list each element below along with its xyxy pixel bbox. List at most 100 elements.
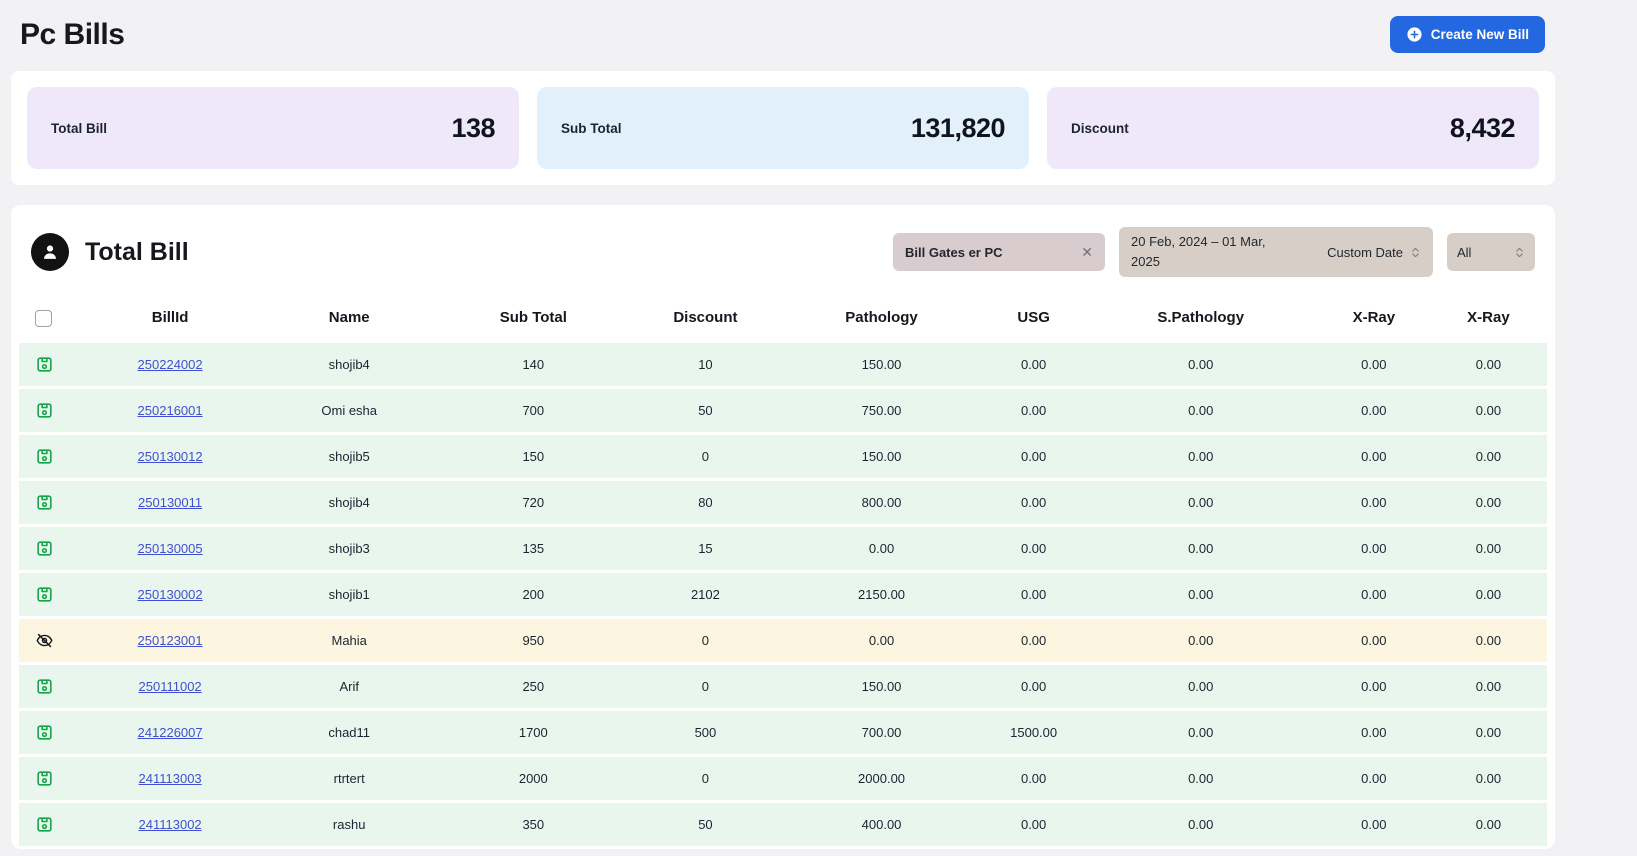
close-icon[interactable]: ✕ xyxy=(1073,244,1093,261)
column-header-usg: USG xyxy=(984,296,1084,340)
s-pathology-cell: 0.00 xyxy=(1084,757,1318,800)
row-status-cell xyxy=(19,803,77,846)
discount-cell: 2102 xyxy=(631,573,779,616)
receipt-icon[interactable] xyxy=(35,677,54,696)
date-range-picker[interactable]: 20 Feb, 2024 – 01 Mar, 2025 Custom Date xyxy=(1119,227,1433,277)
receipt-icon[interactable] xyxy=(35,723,54,742)
table-row: 241113002 rashu 350 50 400.00 0.00 0.00 … xyxy=(19,803,1547,846)
name-cell: shojib4 xyxy=(263,481,435,524)
row-status-cell xyxy=(19,435,77,478)
receipt-icon[interactable] xyxy=(35,539,54,558)
row-status-cell xyxy=(19,389,77,432)
sub-total-cell: 350 xyxy=(435,803,631,846)
name-cell: rtrtert xyxy=(263,757,435,800)
name-cell: Arif xyxy=(263,665,435,708)
bill-id-link[interactable]: 250130011 xyxy=(138,495,202,510)
xray-cell: 0.00 xyxy=(1430,435,1547,478)
summary-value: 8,432 xyxy=(1450,113,1515,144)
select-all-checkbox[interactable] xyxy=(35,310,52,327)
xray-cell: 0.00 xyxy=(1318,619,1430,662)
sub-total-cell: 1700 xyxy=(435,711,631,754)
user-icon xyxy=(31,233,69,271)
chevron-updown-icon xyxy=(1410,245,1421,260)
sub-total-cell: 2000 xyxy=(435,757,631,800)
sub-total-cell: 200 xyxy=(435,573,631,616)
s-pathology-cell: 0.00 xyxy=(1084,527,1318,570)
summary-label: Total Bill xyxy=(51,121,107,136)
pathology-cell: 150.00 xyxy=(779,435,983,478)
name-cell: Omi esha xyxy=(263,389,435,432)
bill-id-link[interactable]: 241226007 xyxy=(138,725,203,740)
xray-cell: 0.00 xyxy=(1318,573,1430,616)
bill-id-link[interactable]: 250224002 xyxy=(138,357,203,372)
row-status-cell xyxy=(19,665,77,708)
xray-cell: 0.00 xyxy=(1430,619,1547,662)
pc-filter-chip[interactable]: Bill Gates er PC ✕ xyxy=(893,233,1105,271)
column-header-name: Name xyxy=(263,296,435,340)
eye-off-icon[interactable] xyxy=(35,631,54,650)
bill-id-cell: 250224002 xyxy=(77,343,263,386)
xray-cell: 0.00 xyxy=(1430,573,1547,616)
name-cell: Mahia xyxy=(263,619,435,662)
column-header-billid: BillId xyxy=(77,296,263,340)
xray-cell: 0.00 xyxy=(1318,481,1430,524)
summary-card-discount: Discount 8,432 xyxy=(1047,87,1539,169)
receipt-icon[interactable] xyxy=(35,815,54,834)
date-range-text: 20 Feb, 2024 – 01 Mar, 2025 xyxy=(1131,232,1289,272)
date-mode-select[interactable]: Custom Date xyxy=(1327,245,1421,260)
receipt-icon[interactable] xyxy=(35,769,54,788)
receipt-icon[interactable] xyxy=(35,585,54,604)
sub-total-cell: 150 xyxy=(435,435,631,478)
discount-cell: 500 xyxy=(631,711,779,754)
summary-card-total-bill: Total Bill 138 xyxy=(27,87,519,169)
bill-id-cell: 250123001 xyxy=(77,619,263,662)
bill-id-link[interactable]: 241113002 xyxy=(139,817,202,832)
pc-bills-page: Pc Bills Create New Bill Total Bill 138 … xyxy=(0,0,1637,849)
receipt-icon[interactable] xyxy=(35,493,54,512)
xray-cell: 0.00 xyxy=(1318,757,1430,800)
usg-cell: 0.00 xyxy=(984,527,1084,570)
column-header-spathology: S.Pathology xyxy=(1084,296,1318,340)
create-new-bill-label: Create New Bill xyxy=(1431,27,1529,42)
receipt-icon[interactable] xyxy=(35,355,54,374)
xray-cell: 0.00 xyxy=(1430,665,1547,708)
bill-id-link[interactable]: 250130002 xyxy=(138,587,203,602)
s-pathology-cell: 0.00 xyxy=(1084,803,1318,846)
usg-cell: 0.00 xyxy=(984,435,1084,478)
s-pathology-cell: 0.00 xyxy=(1084,711,1318,754)
bills-table: BillId Name Sub Total Discount Pathology… xyxy=(19,293,1547,849)
usg-cell: 0.00 xyxy=(984,757,1084,800)
bill-id-link[interactable]: 250111002 xyxy=(139,679,202,694)
xray-cell: 0.00 xyxy=(1430,803,1547,846)
xray-cell: 0.00 xyxy=(1318,711,1430,754)
bill-id-link[interactable]: 250123001 xyxy=(138,633,203,648)
pathology-cell: 400.00 xyxy=(779,803,983,846)
status-select[interactable]: All xyxy=(1447,233,1535,271)
row-status-cell xyxy=(19,757,77,800)
total-bill-card: Total Bill Bill Gates er PC ✕ 20 Feb, 20… xyxy=(11,205,1555,849)
create-new-bill-button[interactable]: Create New Bill xyxy=(1390,16,1545,53)
s-pathology-cell: 0.00 xyxy=(1084,389,1318,432)
receipt-icon[interactable] xyxy=(35,447,54,466)
row-status-cell xyxy=(19,481,77,524)
bill-id-cell: 241113003 xyxy=(77,757,263,800)
column-header-xray-2: X-Ray xyxy=(1430,296,1547,340)
table-row: 241226007 chad11 1700 500 700.00 1500.00… xyxy=(19,711,1547,754)
bill-id-link[interactable]: 250216001 xyxy=(138,403,203,418)
bill-id-link[interactable]: 241113003 xyxy=(139,771,202,786)
name-cell: rashu xyxy=(263,803,435,846)
discount-cell: 10 xyxy=(631,343,779,386)
section-header: Total Bill Bill Gates er PC ✕ 20 Feb, 20… xyxy=(19,219,1547,293)
receipt-icon[interactable] xyxy=(35,401,54,420)
usg-cell: 0.00 xyxy=(984,803,1084,846)
xray-cell: 0.00 xyxy=(1430,711,1547,754)
xray-cell: 0.00 xyxy=(1318,803,1430,846)
bill-id-link[interactable]: 250130005 xyxy=(138,541,203,556)
xray-cell: 0.00 xyxy=(1318,435,1430,478)
bill-id-link[interactable]: 250130012 xyxy=(138,449,203,464)
pc-filter-label: Bill Gates er PC xyxy=(905,245,1003,260)
summary-value: 131,820 xyxy=(911,113,1005,144)
plus-circle-icon xyxy=(1406,26,1423,43)
summary-value: 138 xyxy=(451,113,495,144)
filters: Bill Gates er PC ✕ 20 Feb, 2024 – 01 Mar… xyxy=(893,227,1535,277)
